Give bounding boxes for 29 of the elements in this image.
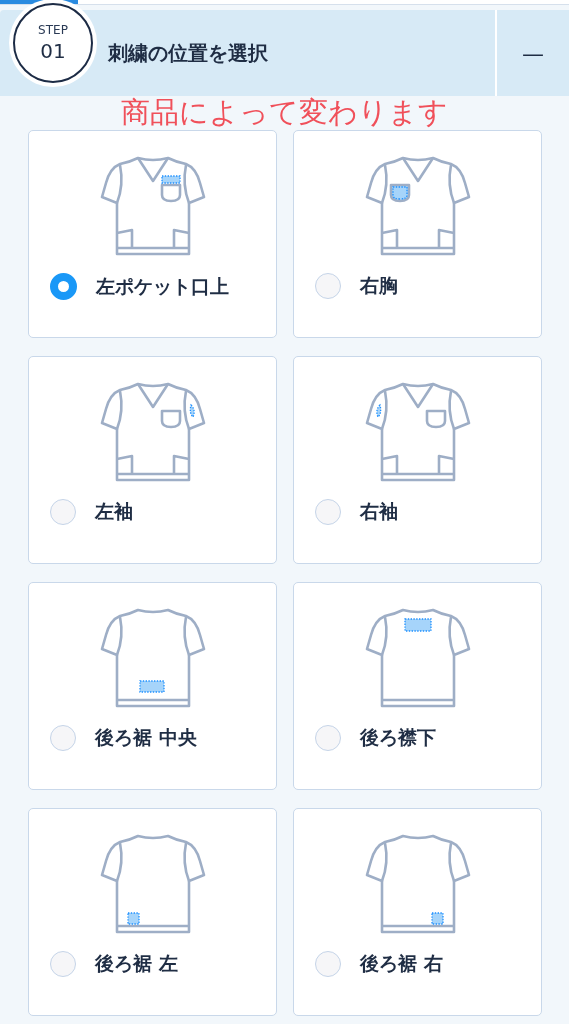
option-label: 右胸 (360, 273, 398, 298)
position-option-card[interactable]: 左ポケット口上 (28, 130, 277, 338)
position-option-card[interactable]: 後ろ裾 中央 (28, 582, 277, 790)
radio-button[interactable] (50, 499, 76, 525)
option-label: 左ポケット口上 (96, 273, 229, 299)
option-label: 右袖 (360, 499, 398, 524)
option-label: 後ろ襟下 (360, 725, 436, 750)
position-option-card[interactable]: 後ろ裾 左 (28, 808, 277, 1016)
step-title: 刺繍の位置を選択 (108, 39, 269, 67)
collapse-button[interactable]: — (495, 10, 569, 96)
radio-button[interactable] (315, 273, 341, 299)
radio-button[interactable] (50, 951, 76, 977)
notice-text: 商品によって変わります (120, 96, 449, 130)
position-option-card[interactable]: 後ろ裾 右 (293, 808, 542, 1016)
radio-button[interactable] (315, 499, 341, 525)
option-label: 左袖 (95, 499, 133, 524)
radio-button[interactable] (315, 725, 341, 751)
position-option-card[interactable]: 後ろ襟下 (293, 582, 542, 790)
option-label: 後ろ裾 右 (360, 951, 443, 976)
position-option-card[interactable]: 左袖 (28, 356, 277, 564)
option-label: 後ろ裾 中央 (95, 725, 197, 750)
position-option-card[interactable]: 右胸 (293, 130, 542, 338)
radio-button[interactable] (50, 725, 76, 751)
position-option-card[interactable]: 右袖 (293, 356, 542, 564)
radio-button[interactable] (50, 273, 77, 300)
step-number: 01 (40, 38, 66, 64)
radio-button[interactable] (315, 951, 341, 977)
option-label: 後ろ裾 左 (95, 951, 178, 976)
step-label: STEP (38, 22, 68, 38)
